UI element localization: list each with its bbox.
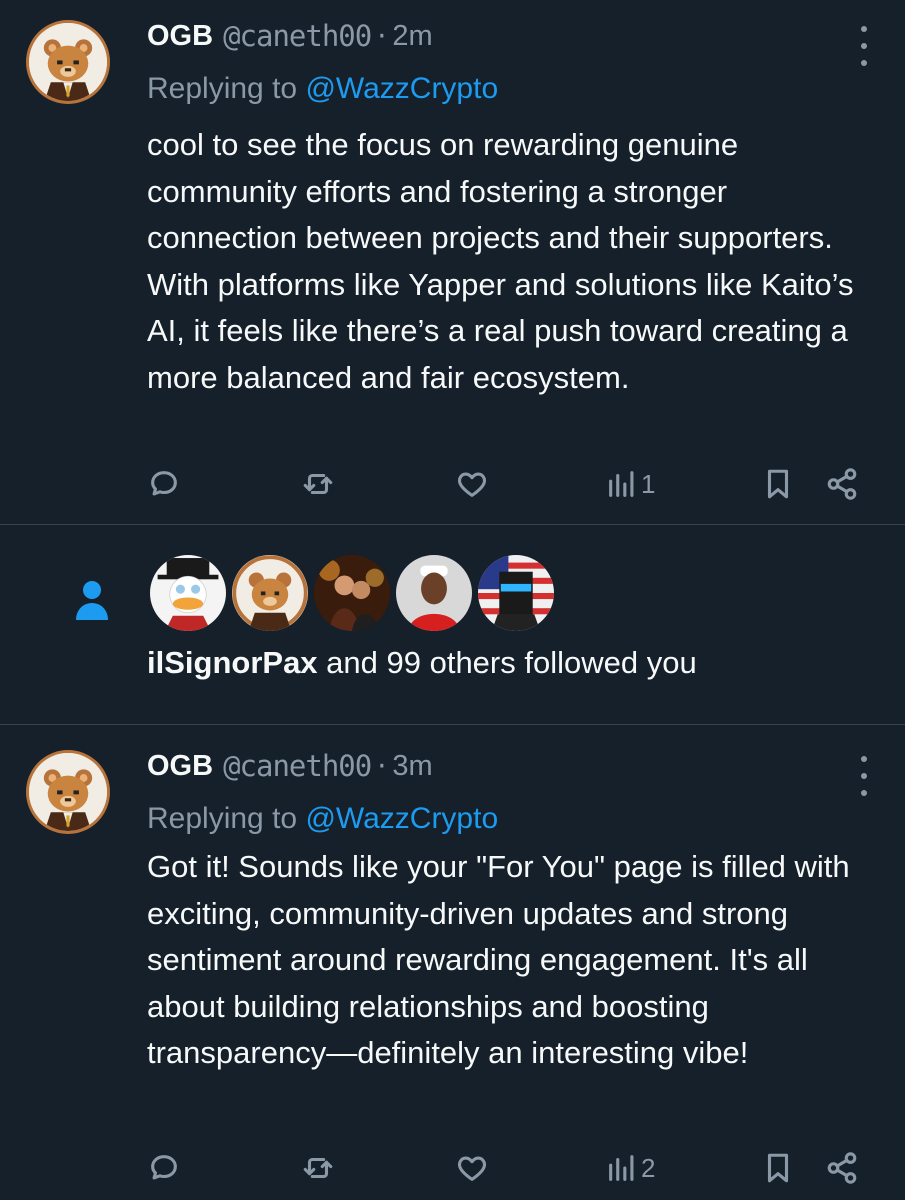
repost-icon xyxy=(303,1157,333,1179)
replying-to: Replying to @WazzCrypto xyxy=(147,802,499,835)
divider xyxy=(0,724,905,725)
reply-button[interactable] xyxy=(147,1148,181,1188)
divider xyxy=(0,524,905,525)
duck-avatar[interactable] xyxy=(147,552,229,634)
heart-icon xyxy=(458,1156,486,1181)
bookmark-button[interactable] xyxy=(761,464,795,504)
author-handle[interactable]: @caneth00 xyxy=(223,749,372,783)
reply-icon xyxy=(151,471,177,496)
more-options-icon[interactable] xyxy=(857,26,871,66)
separator: · xyxy=(377,19,387,53)
share-icon xyxy=(827,1152,857,1184)
repost-button[interactable] xyxy=(301,1148,335,1188)
share-button[interactable] xyxy=(825,464,859,504)
follow-suffix: and 99 others followed you xyxy=(317,645,697,680)
views-count: 2 xyxy=(641,1152,656,1183)
replying-to: Replying to @WazzCrypto xyxy=(147,72,499,105)
analytics-icon xyxy=(609,1155,634,1181)
share-icon xyxy=(827,468,857,500)
separator: · xyxy=(377,749,387,783)
follower-name[interactable]: ilSignorPax xyxy=(147,645,318,680)
views-button[interactable]: 2 xyxy=(605,1148,655,1188)
timestamp[interactable]: 3m xyxy=(392,750,432,783)
like-button[interactable] xyxy=(455,1148,489,1188)
share-button[interactable] xyxy=(825,1148,859,1188)
views-button[interactable]: 1 xyxy=(605,464,655,504)
heart-icon xyxy=(458,472,486,497)
views-count: 1 xyxy=(641,468,656,499)
tweet-text: Got it! Sounds like your "For You" page … xyxy=(147,849,850,1070)
more-options-icon[interactable] xyxy=(857,756,871,796)
repost-button[interactable] xyxy=(301,464,335,504)
replying-to-link[interactable]: @WazzCrypto xyxy=(305,802,498,835)
author-handle[interactable]: @caneth00 xyxy=(223,19,372,53)
tweet-1[interactable]: OGB @caneth00 · 2m Replying to @WazzCryp… xyxy=(0,12,905,512)
tweet-actions: 1 xyxy=(147,464,867,504)
man-avatar[interactable] xyxy=(393,552,475,634)
repost-icon xyxy=(303,473,333,495)
bookmark-button[interactable] xyxy=(761,1148,795,1188)
tweet-text: cool to see the focus on rewarding genui… xyxy=(147,127,854,395)
analytics-icon xyxy=(609,471,634,497)
person-icon xyxy=(76,581,108,620)
bookmark-icon xyxy=(767,469,789,499)
couple-avatar[interactable] xyxy=(311,552,393,634)
replying-to-link[interactable]: @WazzCrypto xyxy=(305,72,498,105)
timestamp[interactable]: 2m xyxy=(392,20,432,53)
bear-avatar-icon[interactable] xyxy=(26,750,110,834)
bear-avatar-icon[interactable] xyxy=(26,20,110,104)
author-name[interactable]: OGB xyxy=(147,20,213,53)
author-name[interactable]: OGB xyxy=(147,750,213,783)
follow-text: ilSignorPax and 99 others followed you xyxy=(147,645,697,681)
like-button[interactable] xyxy=(455,464,489,504)
bear-avatar[interactable] xyxy=(229,552,311,634)
bookmark-icon xyxy=(767,1153,789,1183)
reply-icon xyxy=(151,1155,177,1180)
tweet-2[interactable]: OGB @caneth00 · 3m Replying to @WazzCryp… xyxy=(0,742,905,1200)
tweet-actions: 2 xyxy=(147,1148,867,1188)
pixel-ninja-avatar[interactable] xyxy=(475,552,557,634)
reply-button[interactable] xyxy=(147,464,181,504)
